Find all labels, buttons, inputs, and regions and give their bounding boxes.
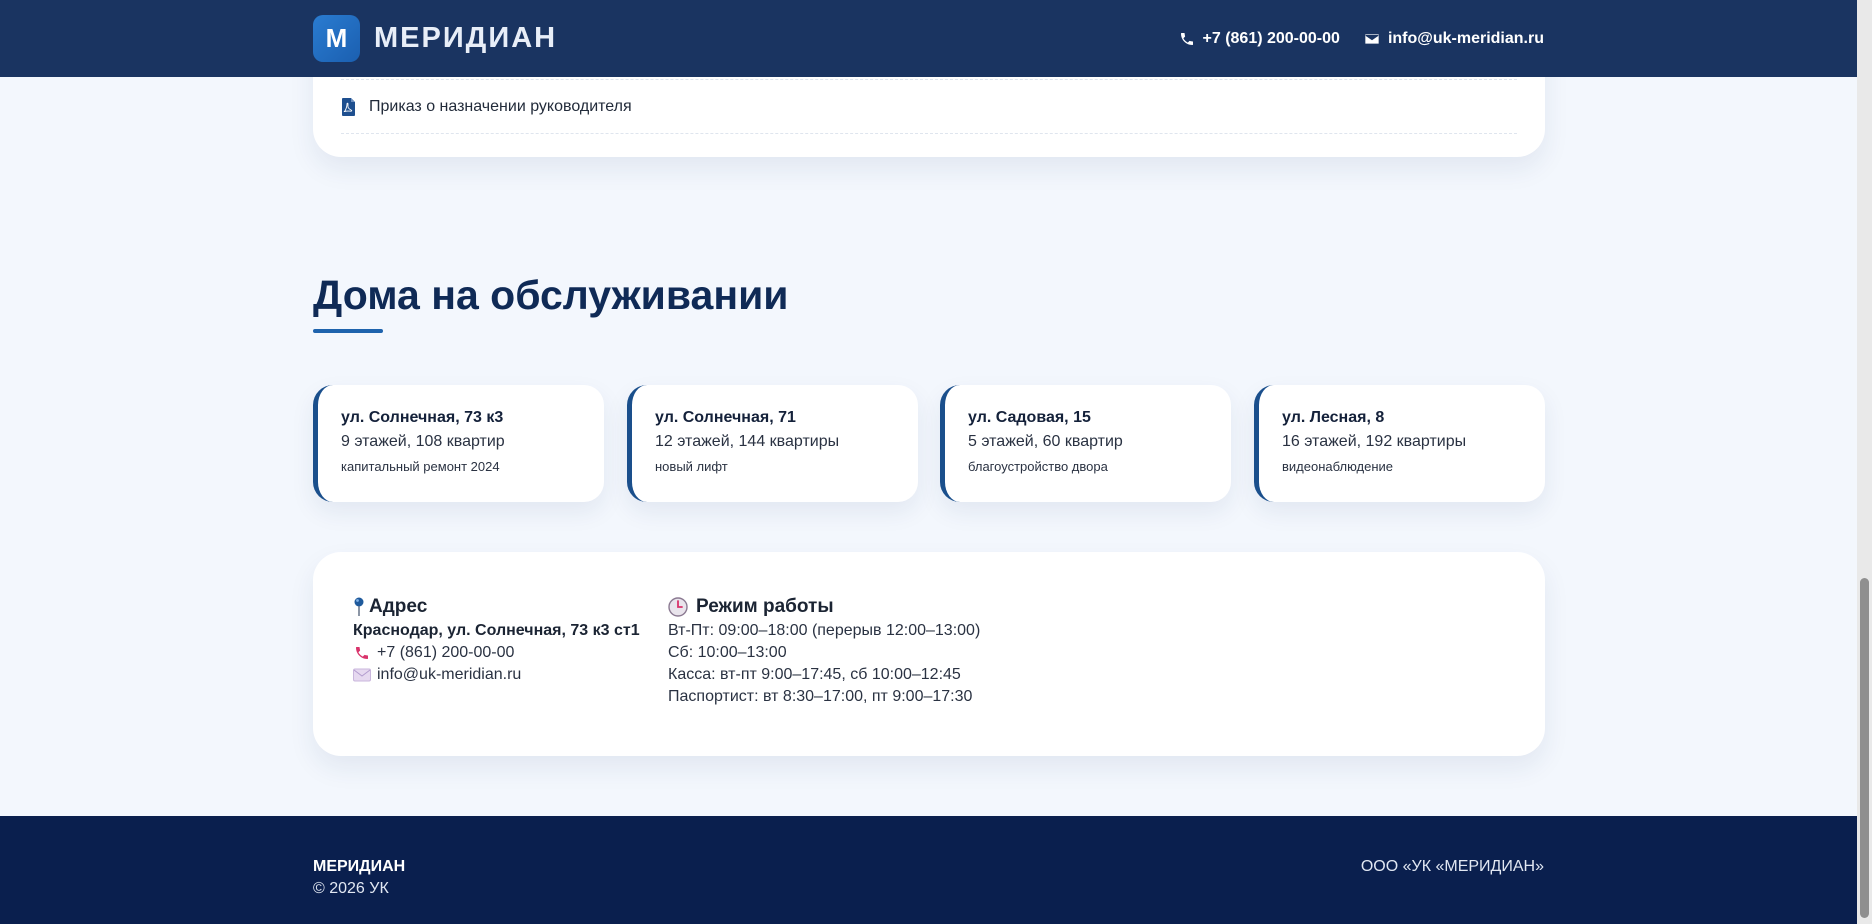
header-contacts: +7 (861) 200-00-00 info@uk-meridian.ru [1179, 30, 1544, 48]
contacts-card: Адрес Краснодар, ул. Солнечная, 73 к3 ст… [313, 552, 1545, 756]
house-card[interactable]: ул. Солнечная, 71 12 этажей, 144 квартир… [627, 385, 918, 502]
house-card[interactable]: ул. Солнечная, 73 к3 9 этажей, 108 кварт… [313, 385, 604, 502]
contact-phone-link[interactable]: +7 (861) 200-00-00 [353, 644, 640, 662]
house-address: ул. Солнечная, 73 к3 [341, 409, 504, 426]
footer-left: МЕРИДИАН © 2026 УК [313, 858, 405, 898]
pushpin-icon [354, 597, 364, 616]
footer-brand: МЕРИДИАН [313, 858, 406, 875]
footer-copyright: © 2026 УК [313, 880, 389, 897]
hours-heading-text: Режим работы [696, 596, 834, 617]
address-column: Адрес Краснодар, ул. Солнечная, 73 к3 ст… [353, 594, 640, 684]
brand-link[interactable]: M МЕРИДИАН [313, 15, 557, 62]
address-heading: Адрес [353, 594, 640, 620]
house-note: капитальный ремонт 2024 [341, 459, 500, 474]
site-footer: МЕРИДИАН © 2026 УК ООО «УК «МЕРИДИАН» [0, 816, 1857, 924]
hours-line: Паспортист: вт 8:30–17:00, пт 9:00–17:30 [668, 688, 973, 705]
document-label: Приказ о назначении руководителя [369, 97, 632, 115]
house-note: благоустройство двора [968, 459, 1108, 474]
hours-heading: Режим работы [668, 594, 980, 620]
houses-section-title: Дома на обслуживании [313, 272, 789, 318]
house-address: ул. Садовая, 15 [968, 409, 1091, 426]
contact-phone-text: +7 (861) 200-00-00 [377, 644, 515, 661]
house-address: ул. Солнечная, 71 [655, 409, 796, 426]
hours-line: Сб: 10:00–13:00 [668, 644, 787, 661]
house-meta: 16 этажей, 192 квартиры [1282, 433, 1467, 450]
house-note: новый лифт [655, 459, 728, 474]
hours-line: Касса: вт-пт 9:00–17:45, сб 10:00–12:45 [668, 666, 961, 683]
footer-company: ООО «УК «МЕРИДИАН» [1360, 858, 1544, 875]
logo-icon: M [313, 15, 360, 62]
contact-email-link[interactable]: info@uk-meridian.ru [353, 666, 640, 684]
header-email-text: info@uk-meridian.ru [1387, 29, 1544, 47]
house-meta: 9 этажей, 108 квартир [341, 433, 505, 450]
envelope-icon [1365, 33, 1379, 44]
house-meta: 12 этажей, 144 квартиры [655, 433, 840, 450]
house-note: видеонаблюдение [1282, 459, 1394, 474]
document-item[interactable]: Приказ о назначении руководителя [341, 79, 1517, 134]
hours-column: Режим работы Вт-Пт: 09:00–18:00 (перерыв… [668, 594, 980, 706]
house-card[interactable]: ул. Садовая, 15 5 этажей, 60 квартир бла… [940, 385, 1231, 502]
header-phone-link[interactable]: +7 (861) 200-00-00 [1179, 30, 1340, 48]
house-meta: 5 этажей, 60 квартир [968, 433, 1123, 450]
header-inner: M МЕРИДИАН +7 (861) 200-00-00 info@uk-me… [313, 0, 1544, 77]
header-email-link[interactable]: info@uk-meridian.ru [1364, 30, 1544, 48]
clock-icon [668, 597, 688, 617]
envelope-icon [353, 668, 371, 682]
contact-email-text: info@uk-meridian.ru [377, 666, 522, 683]
page-scrollbar[interactable] [1857, 0, 1872, 924]
telephone-receiver-icon [356, 647, 368, 659]
address-text: Краснодар, ул. Солнечная, 73 к3 ст1 [353, 622, 640, 639]
site-header: M МЕРИДИАН +7 (861) 200-00-00 info@uk-me… [0, 0, 1857, 77]
header-phone-text: +7 (861) 200-00-00 [1202, 29, 1340, 47]
brand-name: МЕРИДИАН [374, 22, 558, 54]
phone-icon [1180, 32, 1193, 45]
hours-line: Вт-Пт: 09:00–18:00 (перерыв 12:00–13:00) [668, 622, 981, 639]
house-card[interactable]: ул. Лесная, 8 16 этажей, 192 квартиры ви… [1254, 385, 1545, 502]
scrollbar-thumb[interactable] [1860, 578, 1869, 918]
title-underline [313, 329, 383, 333]
address-heading-text: Адрес [369, 596, 428, 617]
house-address: ул. Лесная, 8 [1282, 409, 1385, 426]
pdf-file-icon [342, 97, 355, 116]
houses-grid: ул. Солнечная, 73 к3 9 этажей, 108 кварт… [313, 385, 1545, 502]
